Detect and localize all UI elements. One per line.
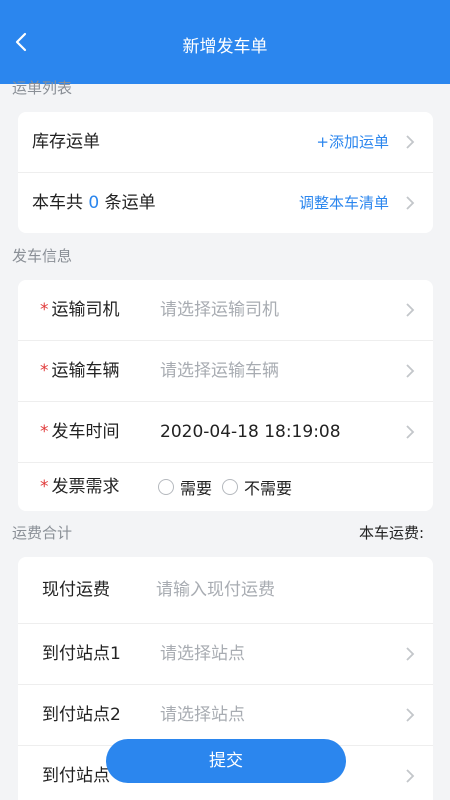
waybill-card: 库存运单 +添加运单 本车共 0 条运单 调整本车清单 xyxy=(18,112,433,233)
app-header: 新增发车单 xyxy=(0,0,450,84)
station-3-label: 到付站点 xyxy=(42,766,110,786)
vehicle-fee-total-label: 本车运费: xyxy=(358,524,424,542)
waybill-count-text: 本车共 0 条运单 xyxy=(32,173,156,233)
invoice-option-not-needed[interactable]: 不需要 xyxy=(222,463,292,511)
required-mark: * xyxy=(40,477,49,497)
stock-waybill-label: 库存运单 xyxy=(32,132,100,152)
radio-button[interactable] xyxy=(158,479,174,495)
invoice-option-needed[interactable]: 需要 xyxy=(158,463,212,511)
waybill-count: 0 xyxy=(88,193,100,213)
invoice-label: * 发票需求 xyxy=(40,463,120,511)
driver-label-text: 运输司机 xyxy=(51,300,120,320)
chevron-right-icon xyxy=(406,769,415,783)
dispatch-card: * 运输司机 请选择运输司机 * 运输车辆 请选择运输车辆 * 发车时间 2020-0… xyxy=(18,280,433,511)
invoice-option-needed-label: 需要 xyxy=(180,479,213,498)
count-suffix: 条运单 xyxy=(104,193,156,213)
fee-section-label: 运费合计 xyxy=(12,524,73,542)
vehicle-select[interactable]: 请选择运输车辆 xyxy=(160,341,279,401)
driver-label: * 运输司机 xyxy=(40,280,120,340)
cash-fee-label: 现付运费 xyxy=(42,580,110,600)
vehicle-row[interactable]: * 运输车辆 请选择运输车辆 xyxy=(18,341,433,402)
station-2-row[interactable]: 到付站点2 请选择站点 xyxy=(18,685,433,746)
chevron-right-icon xyxy=(406,647,415,661)
required-mark: * xyxy=(40,361,49,381)
submit-button[interactable]: 提交 xyxy=(106,739,346,783)
station-1-row[interactable]: 到付站点1 请选择站点 xyxy=(18,624,433,685)
vehicle-label: * 运输车辆 xyxy=(40,341,120,401)
chevron-right-icon xyxy=(406,303,415,317)
departure-time-row[interactable]: * 发车时间 2020-04-18 18:19:08 xyxy=(18,402,433,463)
invoice-label-text: 发票需求 xyxy=(51,477,120,497)
station-1-select[interactable]: 请选择站点 xyxy=(160,624,245,684)
station-2-label: 到付站点2 xyxy=(42,705,121,725)
waybill-section-label: 运单列表 xyxy=(12,79,73,97)
departure-time-label: * 发车时间 xyxy=(40,402,120,462)
departure-time-value[interactable]: 2020-04-18 18:19:08 xyxy=(160,402,341,462)
adjust-list-link[interactable]: 调整本车清单 xyxy=(299,173,389,233)
vehicle-waybill-count-row[interactable]: 本车共 0 条运单 调整本车清单 xyxy=(18,173,433,233)
departure-time-label-text: 发车时间 xyxy=(51,422,120,442)
dispatch-section-label: 发车信息 xyxy=(12,247,73,265)
invoice-option-not-needed-label: 不需要 xyxy=(244,479,293,498)
driver-row[interactable]: * 运输司机 请选择运输司机 xyxy=(18,280,433,341)
invoice-row: * 发票需求 需要 不需要 xyxy=(18,463,433,511)
driver-select[interactable]: 请选择运输司机 xyxy=(160,280,279,340)
chevron-right-icon xyxy=(406,708,415,722)
radio-button[interactable] xyxy=(222,479,238,495)
add-waybill-link[interactable]: +添加运单 xyxy=(316,112,389,172)
cash-fee-row: 现付运费 请输入现付运费 xyxy=(18,557,433,624)
station-2-select[interactable]: 请选择站点 xyxy=(160,685,245,745)
chevron-right-icon xyxy=(406,196,415,210)
chevron-right-icon xyxy=(406,425,415,439)
required-mark: * xyxy=(40,422,49,442)
count-prefix: 本车共 xyxy=(32,193,83,213)
cash-fee-input[interactable]: 请输入现付运费 xyxy=(156,557,275,623)
chevron-right-icon xyxy=(406,364,415,378)
required-mark: * xyxy=(40,300,49,320)
stock-waybill-row[interactable]: 库存运单 +添加运单 xyxy=(18,112,433,173)
chevron-right-icon xyxy=(406,135,415,149)
vehicle-label-text: 运输车辆 xyxy=(51,361,120,381)
station-1-label: 到付站点1 xyxy=(42,644,121,664)
page-title: 新增发车单 xyxy=(182,37,268,57)
